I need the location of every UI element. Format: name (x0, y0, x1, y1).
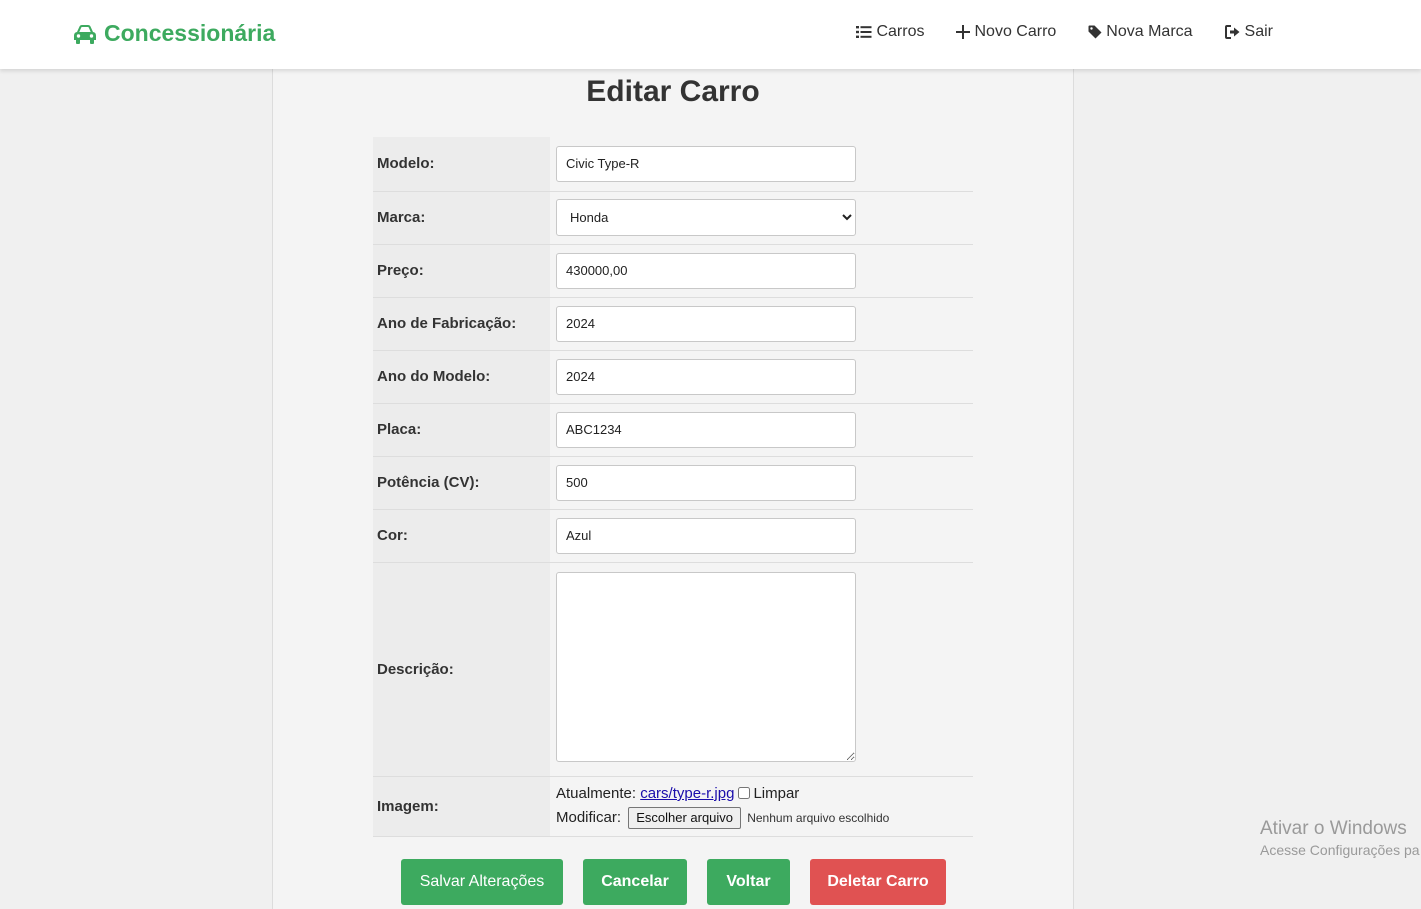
cor-label: Cor: (373, 509, 550, 563)
nav-link-label: Nova Marca (1106, 23, 1193, 40)
form-row-imagem: Imagem: Atualmente: cars/type-r.jpg Limpa… (373, 776, 973, 837)
nav-link-novo-carro[interactable]: Novo Carro (956, 23, 1056, 41)
ano-fabricacao-input[interactable] (556, 305, 856, 342)
brand-name: Concessionária (104, 20, 276, 46)
modify-image-line: Modificar: Escolher arquivo Nenhum arqui… (556, 806, 973, 830)
nav-link-label: Novo Carro (974, 23, 1057, 40)
delete-car-button[interactable]: Deletar Carro (810, 859, 946, 905)
form-row-potencia: Potência (CV): (373, 456, 973, 510)
plus-icon (956, 25, 971, 39)
choose-file-button[interactable]: Escolher arquivo (628, 806, 742, 829)
edit-car-form: Modelo: Marca: Honda Preço: Ano de Fabri… (373, 137, 973, 837)
tag-icon (1088, 25, 1102, 39)
brand-logo[interactable]: Concessionária (72, 20, 275, 47)
cor-input[interactable] (556, 517, 856, 554)
no-file-text: Nenhum arquivo escolhido (747, 811, 890, 825)
save-changes-button[interactable]: Salvar Alterações (401, 859, 563, 905)
modify-image-prefix: Modificar: (556, 809, 622, 826)
modelo-input[interactable] (556, 145, 856, 182)
form-row-marca: Marca: Honda (373, 191, 973, 245)
potencia-input[interactable] (556, 464, 856, 501)
form-row-ano-modelo: Ano do Modelo: (373, 350, 973, 404)
ano-modelo-input[interactable] (556, 358, 856, 395)
windows-activation-watermark: Ativar o Windows Acesse Configurações pa (1260, 818, 1420, 858)
sign-out-icon (1224, 25, 1240, 39)
watermark-subtitle: Acesse Configurações pa (1260, 842, 1420, 858)
car-icon (74, 24, 96, 44)
marca-label: Marca: (373, 191, 550, 245)
current-image-line: Atualmente: cars/type-r.jpg Limpar (556, 782, 973, 806)
current-image-prefix: Atualmente: (556, 785, 637, 802)
current-image-link[interactable]: cars/type-r.jpg (640, 785, 734, 802)
list-icon (856, 26, 872, 38)
cancel-button[interactable]: Cancelar (583, 859, 687, 905)
ano-fabricacao-label: Ano de Fabricação: (373, 297, 550, 351)
potencia-label: Potência (CV): (373, 456, 550, 510)
nav-link-nova-marca[interactable]: Nova Marca (1088, 23, 1193, 41)
form-row-placa: Placa: (373, 403, 973, 457)
ano-modelo-label: Ano do Modelo: (373, 350, 550, 404)
nav-link-label: Sair (1244, 23, 1273, 40)
modelo-label: Modelo: (373, 137, 550, 192)
form-row-cor: Cor: (373, 509, 973, 563)
form-row-modelo: Modelo: (373, 137, 973, 192)
page-title: Editar Carro (586, 75, 760, 108)
placa-input[interactable] (556, 411, 856, 448)
nav-link-label: Carros (876, 23, 925, 40)
nav-link-sair[interactable]: Sair (1224, 23, 1273, 41)
preco-input[interactable] (556, 252, 856, 289)
imagem-label: Imagem: (373, 776, 550, 837)
navbar: Concessionária Carros Novo Carro Nova Ma… (0, 0, 1421, 69)
nav-link-carros[interactable]: Carros (856, 23, 924, 41)
nav-links: Carros Novo Carro Nova Marca Sair (856, 23, 1273, 41)
form-row-preco: Preço: (373, 244, 973, 298)
watermark-title: Ativar o Windows (1260, 818, 1407, 839)
clear-image-label: Limpar (753, 785, 800, 802)
back-button[interactable]: Voltar (707, 859, 790, 905)
marca-select[interactable]: Honda (556, 199, 856, 236)
form-row-ano-fabricacao: Ano de Fabricação: (373, 297, 973, 351)
preco-label: Preço: (373, 244, 550, 298)
placa-label: Placa: (373, 403, 550, 457)
form-row-descricao: Descrição: (373, 562, 973, 777)
descricao-textarea[interactable] (556, 571, 856, 762)
descricao-label: Descrição: (373, 562, 550, 777)
edit-car-card: Editar Carro Modelo: Marca: Honda Preço:… (272, 69, 1074, 909)
clear-image-checkbox[interactable] (738, 787, 751, 799)
